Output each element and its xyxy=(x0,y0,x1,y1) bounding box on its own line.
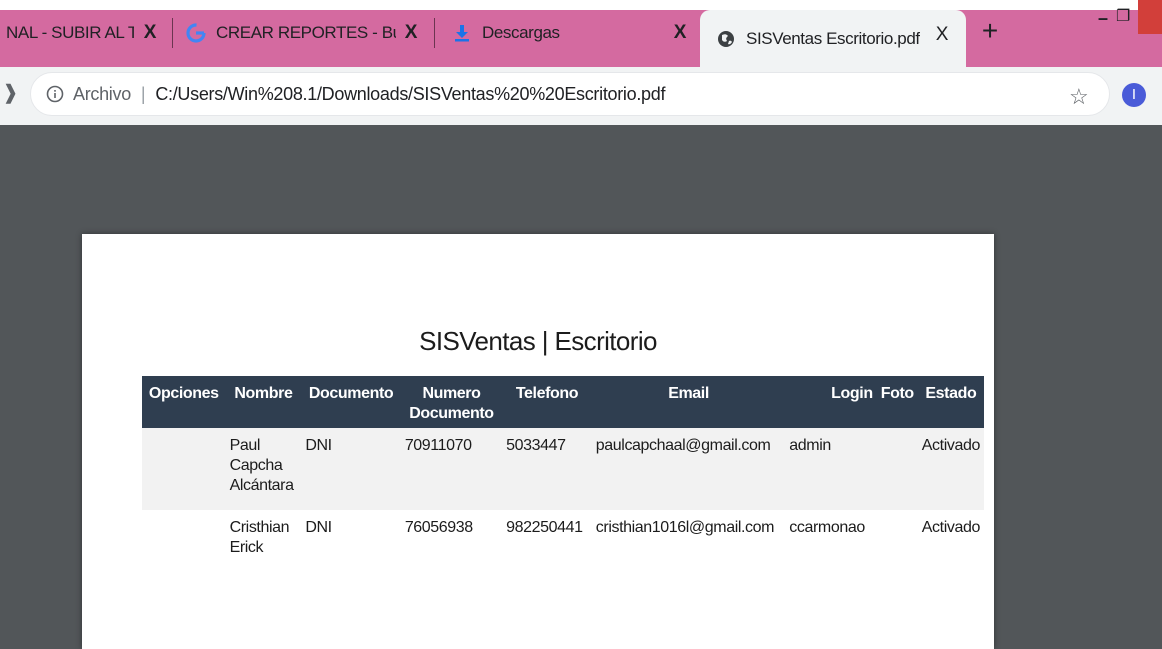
tab-nal[interactable]: NAL - SUBIR AL TU X xyxy=(0,10,160,56)
cell-numero-documento: 70911070 xyxy=(400,428,503,510)
cell-numero-documento: 76056938 xyxy=(400,510,503,572)
maximize-icon[interactable]: ❐ xyxy=(1116,6,1130,26)
table-header-row: Opciones Nombre Documento Numero Documen… xyxy=(142,376,984,428)
close-window-button[interactable] xyxy=(1138,0,1162,34)
cell-email: cristhian1016l@gmail.com xyxy=(591,510,786,572)
cell-foto xyxy=(876,428,918,510)
cell-telefono: 5033447 xyxy=(502,428,592,510)
profile-avatar[interactable]: I xyxy=(1122,83,1146,107)
google-icon xyxy=(186,23,206,43)
tab-title: SISVentas Escritorio.pdf xyxy=(746,28,920,48)
tab-crear-reportes[interactable]: CREAR REPORTES - Buscar X xyxy=(180,10,425,56)
tab-sisventas-pdf[interactable]: SISVentas Escritorio.pdf X xyxy=(700,10,966,67)
column-header: Login xyxy=(785,376,877,428)
column-header: Documento xyxy=(301,376,401,428)
tab-separator xyxy=(434,18,435,48)
tab-descargas[interactable]: Descargas X xyxy=(444,10,694,56)
cell-estado: Activado xyxy=(917,510,984,572)
cell-telefono: 982250441 xyxy=(502,510,592,572)
cell-foto xyxy=(876,510,918,572)
minimize-icon[interactable]: – xyxy=(1098,8,1108,29)
tab-close-button[interactable]: X xyxy=(674,22,687,44)
cell-opciones xyxy=(142,428,226,510)
table-row: Cristhian Erick DNI 76056938 982250441 c… xyxy=(142,510,984,572)
new-tab-button[interactable]: + xyxy=(976,16,1004,46)
tab-close-button[interactable]: X xyxy=(936,24,949,46)
info-icon[interactable] xyxy=(45,84,65,104)
tab-strip: NAL - SUBIR AL TU X CREAR REPORTES - Bus… xyxy=(0,0,1162,67)
column-header: Numero Documento xyxy=(400,376,503,428)
cell-email: paulcapchaal@gmail.com xyxy=(591,428,786,510)
cell-estado: Activado xyxy=(917,428,984,510)
cell-login: ccarmonao xyxy=(785,510,877,572)
column-header: Foto xyxy=(876,376,918,428)
globe-icon xyxy=(716,29,736,49)
table-row: Paul Capcha Alcántara DNI 70911070 50334… xyxy=(142,428,984,510)
pdf-page: SISVentas | Escritorio Opciones Nombre D… xyxy=(82,234,994,649)
column-header: Email xyxy=(591,376,786,428)
document-title: SISVentas | Escritorio xyxy=(419,326,657,356)
cell-opciones xyxy=(142,510,226,572)
address-bar[interactable]: Archivo | C:/Users/Win%208.1/Downloads/S… xyxy=(30,72,1110,116)
column-header: Telefono xyxy=(502,376,592,428)
tab-title: CREAR REPORTES - Buscar xyxy=(216,23,396,42)
cell-documento: DNI xyxy=(301,510,401,572)
tab-close-button[interactable]: X xyxy=(405,22,418,44)
tab-separator xyxy=(172,18,173,48)
cell-nombre: Cristhian Erick xyxy=(225,510,302,572)
column-header: Nombre xyxy=(225,376,302,428)
column-header: Estado xyxy=(917,376,984,428)
cell-documento: DNI xyxy=(301,428,401,510)
column-header: Opciones xyxy=(142,376,226,428)
bookmark-star-icon[interactable]: ☆ xyxy=(1069,84,1089,110)
address-separator: | xyxy=(140,83,146,104)
cell-login: admin xyxy=(785,428,877,510)
download-icon xyxy=(452,23,472,43)
extension-icon[interactable]: ❱ xyxy=(2,80,19,105)
tab-title: Descargas xyxy=(482,23,560,42)
tab-title: NAL - SUBIR AL TU xyxy=(6,23,134,42)
report-table: Opciones Nombre Documento Numero Documen… xyxy=(142,376,984,572)
scheme-label: Archivo xyxy=(73,83,131,104)
url-text[interactable]: C:/Users/Win%208.1/Downloads/SISVentas%2… xyxy=(155,84,665,105)
tab-close-button[interactable]: X xyxy=(144,22,157,44)
cell-nombre: Paul Capcha Alcántara xyxy=(225,428,302,510)
